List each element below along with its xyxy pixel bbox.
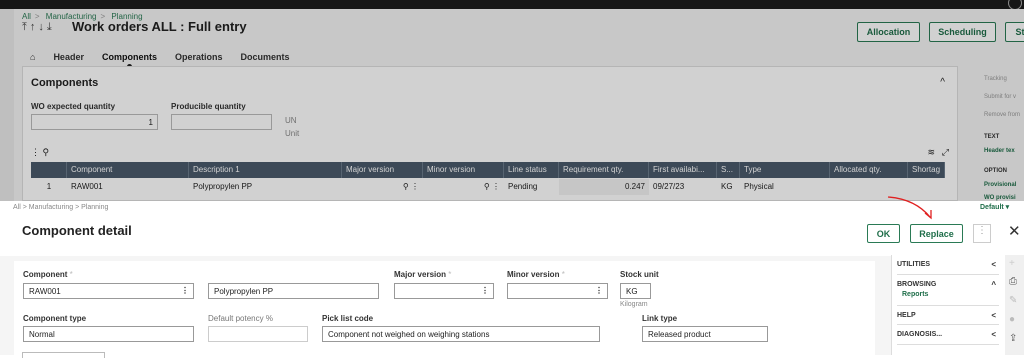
right-toolbar: + ⎙ ✎ ● ⇪ (1005, 255, 1024, 355)
default-potency-label: Default potency % (208, 314, 273, 323)
component-type-label: Component type (23, 314, 87, 323)
pick-list-code-field[interactable]: Component not weighed on weighing statio… (322, 326, 600, 342)
add-icon[interactable]: + (1009, 258, 1015, 269)
link-type-field[interactable]: Released product (642, 326, 768, 342)
export-icon[interactable]: ⇪ (1009, 333, 1017, 344)
description-field[interactable]: Polypropylen PP (208, 283, 379, 299)
stock-unit-caption: Kilogram (620, 301, 648, 308)
comment-icon[interactable]: ● (1009, 314, 1015, 325)
attachment-icon[interactable]: ✎ (1009, 295, 1017, 306)
diagnosis-section[interactable]: DIAGNOSIS... < (897, 325, 999, 345)
modal-body: Component * RAW001 ⋮ Polypropylen PP Majo… (0, 256, 891, 355)
partial-field (22, 352, 105, 358)
help-section[interactable]: HELP < (897, 305, 999, 325)
minor-version-field[interactable]: ⋮ (507, 283, 608, 299)
chevron-left-icon[interactable]: < (991, 260, 996, 269)
default-potency-field[interactable] (208, 326, 308, 342)
pick-list-code-label: Pick list code (322, 314, 374, 323)
side-panel: UTILITIES < BROWSING ^ Reports HELP < DIAGN… (891, 255, 1001, 355)
component-type-field[interactable]: Normal (23, 326, 194, 342)
detail-card: Component * RAW001 ⋮ Polypropylen PP Majo… (14, 261, 875, 355)
component-label: Component * (23, 270, 73, 279)
component-detail-modal: All > Manufacturing > Planning Default ▾… (0, 196, 1024, 355)
component-field[interactable]: RAW001 ⋮ (23, 283, 194, 299)
link-type-label: Link type (642, 314, 678, 323)
chevron-left-icon[interactable]: < (991, 311, 996, 320)
major-version-label: Major version * (394, 270, 452, 279)
utilities-section[interactable]: UTILITIES < (897, 255, 999, 275)
print-icon[interactable]: ⎙ (1009, 276, 1017, 287)
chevron-up-icon[interactable]: ^ (991, 280, 996, 289)
chevron-left-icon[interactable]: < (991, 330, 996, 339)
reports-link[interactable]: Reports (902, 291, 928, 298)
annotation-arrow-icon (887, 196, 932, 220)
stock-unit-field[interactable]: KG (620, 283, 651, 299)
minor-version-label: Minor version * (507, 270, 565, 279)
major-version-field[interactable]: ⋮ (394, 283, 494, 299)
stock-unit-label: Stock unit (620, 270, 659, 279)
modal-overlay (0, 0, 1024, 201)
